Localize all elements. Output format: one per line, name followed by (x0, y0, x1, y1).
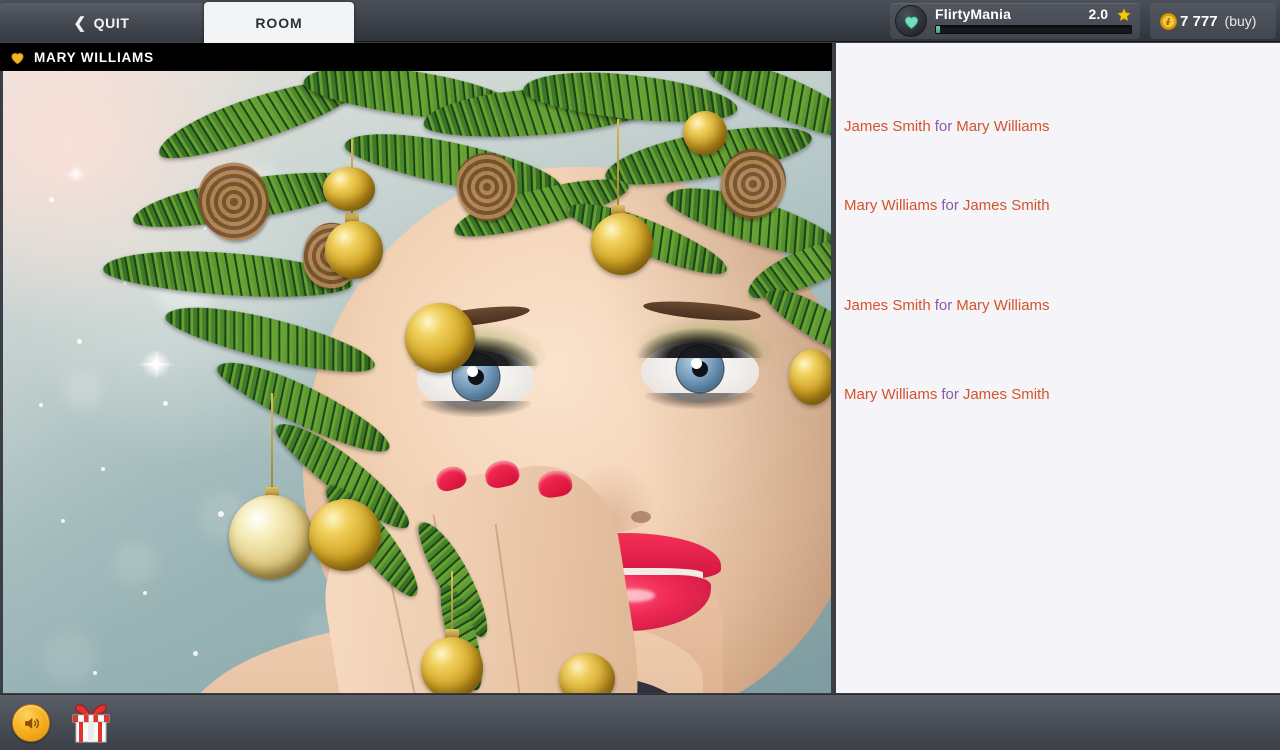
gift-box-icon (72, 704, 110, 743)
tab-room-label: ROOM (255, 14, 303, 31)
coins-buy-link[interactable]: (buy) (1225, 13, 1257, 29)
quit-label: QUIT (93, 14, 130, 31)
chat-panel[interactable]: James Smith for Mary Williams Mary Willi… (836, 43, 1280, 693)
tab-room[interactable]: ROOM (204, 2, 354, 43)
message-recipient: Mary Williams (956, 118, 1050, 135)
message-for-label: for (941, 386, 959, 403)
profile-level: 2.0 (1088, 6, 1108, 22)
chat-message: James Smith for Mary Williams (844, 297, 1050, 314)
message-for-label: for (934, 297, 953, 314)
coins-balance-button[interactable]: 7 777 (buy) (1150, 3, 1276, 39)
profile-name: FlirtyMania (935, 6, 1012, 22)
message-sender: James Smith (844, 118, 931, 135)
star-icon (1117, 7, 1131, 22)
chat-message: James Smith for Mary Williams (844, 118, 1050, 135)
chat-message: Mary Williams for James Smith (844, 197, 1050, 214)
send-gift-button[interactable] (68, 701, 114, 745)
bottom-bar: Join Write (0, 694, 1280, 750)
back-chevron-icon: ❮ (73, 14, 87, 32)
level-progress-bar (935, 25, 1132, 34)
message-for-label: for (941, 197, 959, 214)
coins-amount: 7 777 (1180, 12, 1218, 30)
flirtymania-app: ❮ QUIT ROOM FlirtyMania 2.0 7 777 (buy) … (0, 0, 1280, 750)
message-for-label: for (934, 118, 953, 135)
speaker-icon (24, 717, 39, 729)
message-sender: James Smith (844, 297, 931, 314)
heart-icon (895, 5, 927, 37)
level-progress-fill (936, 26, 940, 33)
message-recipient: Mary Williams (956, 297, 1050, 314)
heart-icon (11, 52, 24, 64)
coin-icon (1159, 12, 1178, 30)
video-stage[interactable] (3, 71, 831, 693)
message-sender: Mary Williams (844, 197, 938, 214)
message-recipient: James Smith (962, 386, 1050, 403)
broadcaster-name-bar: MARY WILLIAMS (0, 43, 832, 71)
broadcaster-name: MARY WILLIAMS (34, 49, 154, 65)
broadcast-video-image (3, 71, 831, 693)
message-sender: Mary Williams (844, 386, 938, 403)
quit-button[interactable]: ❮ QUIT (0, 3, 203, 42)
chat-message: Mary Williams for James Smith (844, 386, 1050, 403)
sound-toggle-button[interactable] (12, 704, 50, 742)
message-recipient: James Smith (962, 197, 1050, 214)
profile-badge[interactable]: FlirtyMania 2.0 (890, 3, 1140, 39)
top-bar: ❮ QUIT ROOM FlirtyMania 2.0 7 777 (buy) (0, 0, 1280, 43)
